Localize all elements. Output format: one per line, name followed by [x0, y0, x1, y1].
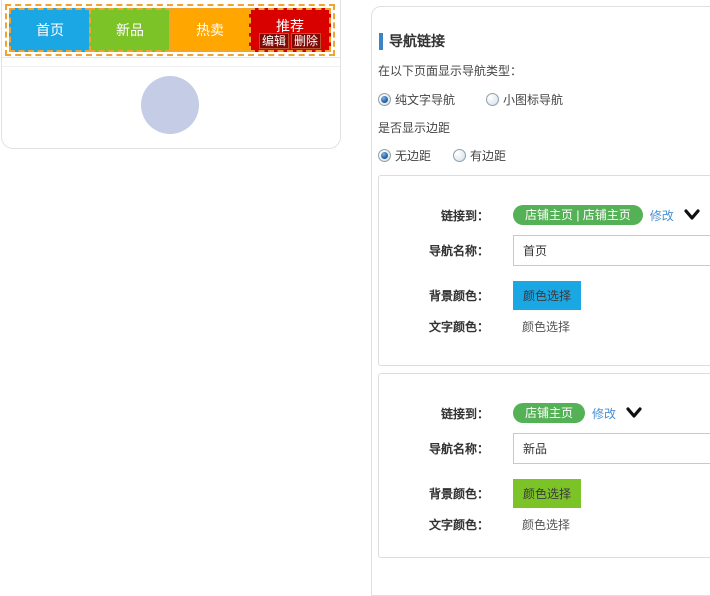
name-row: 导航名称： — [379, 433, 710, 464]
radio-with-margin[interactable]: 有边距 — [453, 147, 506, 164]
nav-item-form-home: 链接到： 店铺主页 | 店铺主页 修改 导航名称： 背景颜色： 颜色选择 — [378, 175, 710, 366]
radio-text-nav[interactable]: 纯文字导航 — [378, 91, 455, 108]
bg-color-picker-button[interactable]: 颜色选择 — [513, 479, 581, 508]
panel-title: 导航链接 — [389, 31, 445, 51]
link-to-label: 链接到： — [379, 207, 489, 224]
radio-no-margin[interactable]: 无边距 — [378, 147, 431, 164]
shop-preview-card: 首页 新品 热卖 推荐 编辑 删除 — [1, 0, 341, 149]
modify-link[interactable]: 修改 — [650, 207, 674, 224]
nav-tab-hot-label: 热卖 — [196, 20, 224, 40]
link-row: 链接到： 店铺主页 | 店铺主页 修改 — [379, 204, 710, 226]
bg-color-row: 背景颜色： 颜色选择 — [379, 281, 710, 310]
text-color-picker-button[interactable]: 颜色选择 — [522, 318, 570, 335]
bg-color-label: 背景颜色： — [379, 485, 489, 502]
nav-tab-recommend[interactable]: 推荐 编辑 删除 — [249, 8, 331, 52]
nav-name-input[interactable] — [513, 235, 710, 266]
bg-color-picker-button[interactable]: 颜色选择 — [513, 281, 581, 310]
delete-tab-button[interactable]: 删除 — [291, 33, 321, 49]
body-module-top-border — [2, 66, 340, 67]
nav-settings-panel: 导航链接 在以下页面显示导航类型： 纯文字导航 小图标导航 是否显示边距 无边距… — [371, 6, 710, 596]
bg-color-label: 背景颜色： — [379, 287, 489, 304]
linked-page-badge: 店铺主页 — [513, 403, 585, 423]
bg-color-row: 背景颜色： 颜色选择 — [379, 479, 710, 508]
nav-type-label: 在以下页面显示导航类型： — [378, 62, 522, 79]
text-color-label: 文字颜色： — [379, 516, 489, 533]
radio-no-margin-icon[interactable] — [378, 149, 391, 162]
nav-type-radio-group: 纯文字导航 小图标导航 — [378, 91, 563, 108]
linked-page-badge: 店铺主页 | 店铺主页 — [513, 205, 643, 225]
radio-no-margin-label: 无边距 — [395, 147, 431, 164]
radio-text-nav-icon[interactable] — [378, 93, 391, 106]
placeholder-circle — [141, 76, 199, 134]
radio-with-margin-icon[interactable] — [453, 149, 466, 162]
edit-tab-button[interactable]: 编辑 — [259, 33, 289, 49]
nav-tab-home[interactable]: 首页 — [9, 8, 91, 52]
nav-tab-hover-actions: 编辑 删除 — [251, 33, 329, 49]
text-color-label: 文字颜色： — [379, 318, 489, 335]
text-color-row: 文字颜色： 颜色选择 — [379, 516, 710, 533]
radio-icon-nav[interactable]: 小图标导航 — [486, 91, 563, 108]
margin-question-label: 是否显示边距 — [378, 119, 450, 136]
radio-with-margin-label: 有边距 — [470, 147, 506, 164]
radio-text-nav-label: 纯文字导航 — [395, 91, 455, 108]
link-row: 链接到： 店铺主页 修改 — [379, 402, 710, 424]
nav-tab-home-label: 首页 — [36, 20, 64, 40]
link-to-label: 链接到： — [379, 405, 489, 422]
text-color-picker-button[interactable]: 颜色选择 — [522, 516, 570, 533]
panel-header: 导航链接 — [379, 31, 445, 51]
nav-tab-hot[interactable]: 热卖 — [169, 8, 251, 52]
nav-name-label: 导航名称： — [379, 440, 489, 457]
nav-item-form-new: 链接到： 店铺主页 修改 导航名称： 背景颜色： 颜色选择 — [378, 373, 710, 558]
chevron-down-icon[interactable] — [684, 209, 700, 221]
margin-radio-group: 无边距 有边距 — [378, 147, 506, 164]
nav-tab-new-label: 新品 — [116, 20, 144, 40]
text-color-row: 文字颜色： 颜色选择 — [379, 318, 710, 335]
nav-bar-preview[interactable]: 首页 新品 热卖 推荐 编辑 删除 — [5, 4, 335, 56]
name-row: 导航名称： — [379, 235, 710, 266]
modify-link[interactable]: 修改 — [592, 405, 616, 422]
radio-icon-nav-label: 小图标导航 — [503, 91, 563, 108]
nav-module-bottom-border — [2, 57, 340, 58]
nav-name-input[interactable] — [513, 433, 710, 464]
nav-tab-new[interactable]: 新品 — [89, 8, 171, 52]
nav-name-label: 导航名称： — [379, 242, 489, 259]
radio-icon-nav-icon[interactable] — [486, 93, 499, 106]
title-accent-bar — [379, 33, 383, 50]
chevron-down-icon[interactable] — [626, 407, 642, 419]
